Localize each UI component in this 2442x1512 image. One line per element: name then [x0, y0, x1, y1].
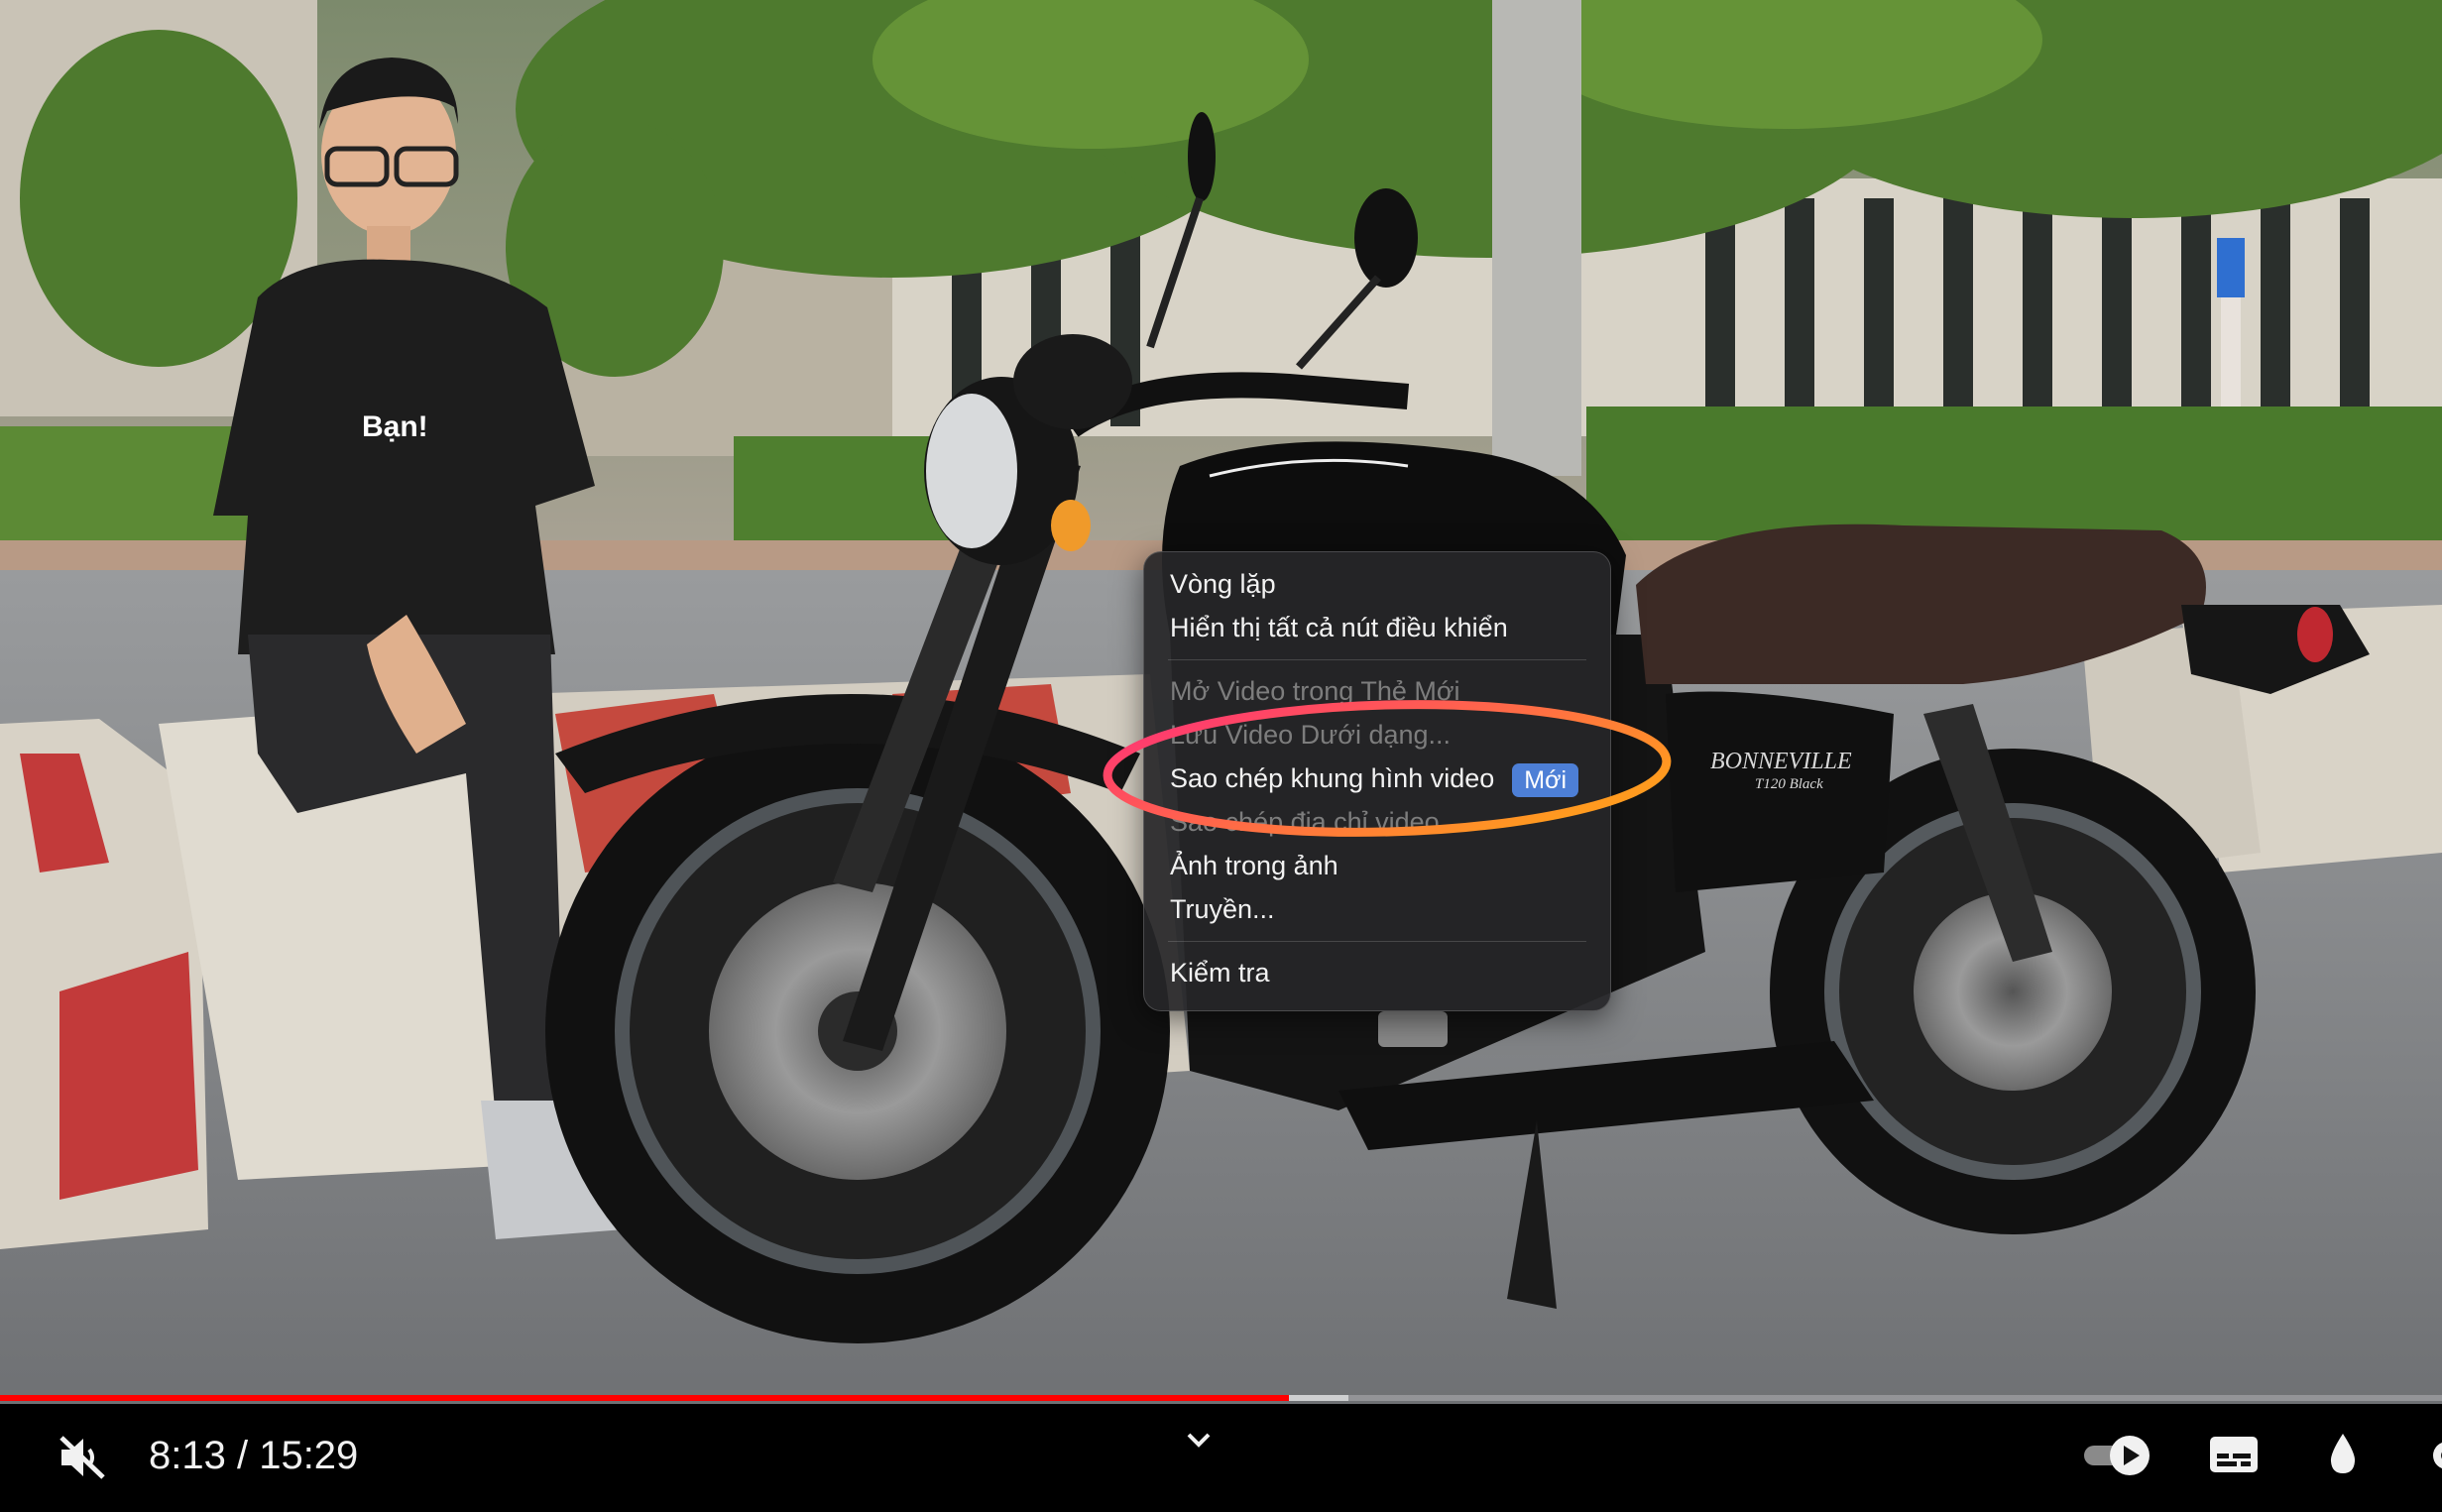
progress-bar[interactable]	[0, 1392, 2442, 1404]
shirt-text: Bạn!	[362, 410, 428, 443]
video-player[interactable]: Bạn! BONNEVILLE T120 Black Vòng lặp Hiển…	[0, 0, 2442, 1512]
menu-item-save-video-as: Lưu Video Dưới dạng...	[1170, 720, 1452, 750]
menu-separator	[1168, 659, 1586, 660]
menu-item-open-video-new-tab: Mở Video trong Thẻ Mới	[1170, 676, 1460, 706]
menu-item-show-all-controls[interactable]: Hiển thị tất cả nút điều khiển	[1170, 610, 1508, 645]
bike-model-text: T120 Black	[1755, 776, 1823, 792]
menu-item-copy-video-frame[interactable]: Sao chép khung hình video Mới	[1170, 760, 1579, 797]
menu-item-label: Sao chép khung hình video	[1170, 763, 1495, 793]
menu-item-cast[interactable]: Truyền...	[1170, 891, 1275, 927]
bike-brand-text: BONNEVILLE	[1710, 749, 1852, 774]
volume-muted-icon[interactable]	[58, 1434, 109, 1481]
time-separator: /	[225, 1434, 260, 1477]
menu-separator	[1168, 941, 1586, 942]
duration: 15:29	[259, 1434, 359, 1477]
current-time: 8:13	[149, 1434, 226, 1477]
player-controls: 8:13 / 15:29	[0, 1404, 2442, 1512]
autoplay-toggle-icon[interactable]	[2082, 1434, 2151, 1477]
new-badge: Mới	[1512, 762, 1579, 797]
menu-item-picture-in-picture[interactable]: Ảnh trong ảnh	[1170, 848, 1338, 883]
gear-icon[interactable]	[2427, 1436, 2442, 1475]
menu-item-inspect[interactable]: Kiểm tra	[1170, 955, 1270, 990]
menu-item-copy-video-address: Sao chép địa chỉ video	[1170, 807, 1440, 837]
chevron-down-icon[interactable]	[1186, 1432, 1212, 1450]
subtitles-icon[interactable]	[2209, 1436, 2259, 1473]
time-display: 8:13 / 15:29	[149, 1434, 358, 1478]
progress-played	[0, 1395, 1290, 1401]
droplet-icon[interactable]	[2328, 1432, 2358, 1475]
menu-item-loop[interactable]: Vòng lặp	[1170, 566, 1276, 602]
context-menu: Vòng lặp Hiển thị tất cả nút điều khiển …	[1143, 551, 1611, 1011]
